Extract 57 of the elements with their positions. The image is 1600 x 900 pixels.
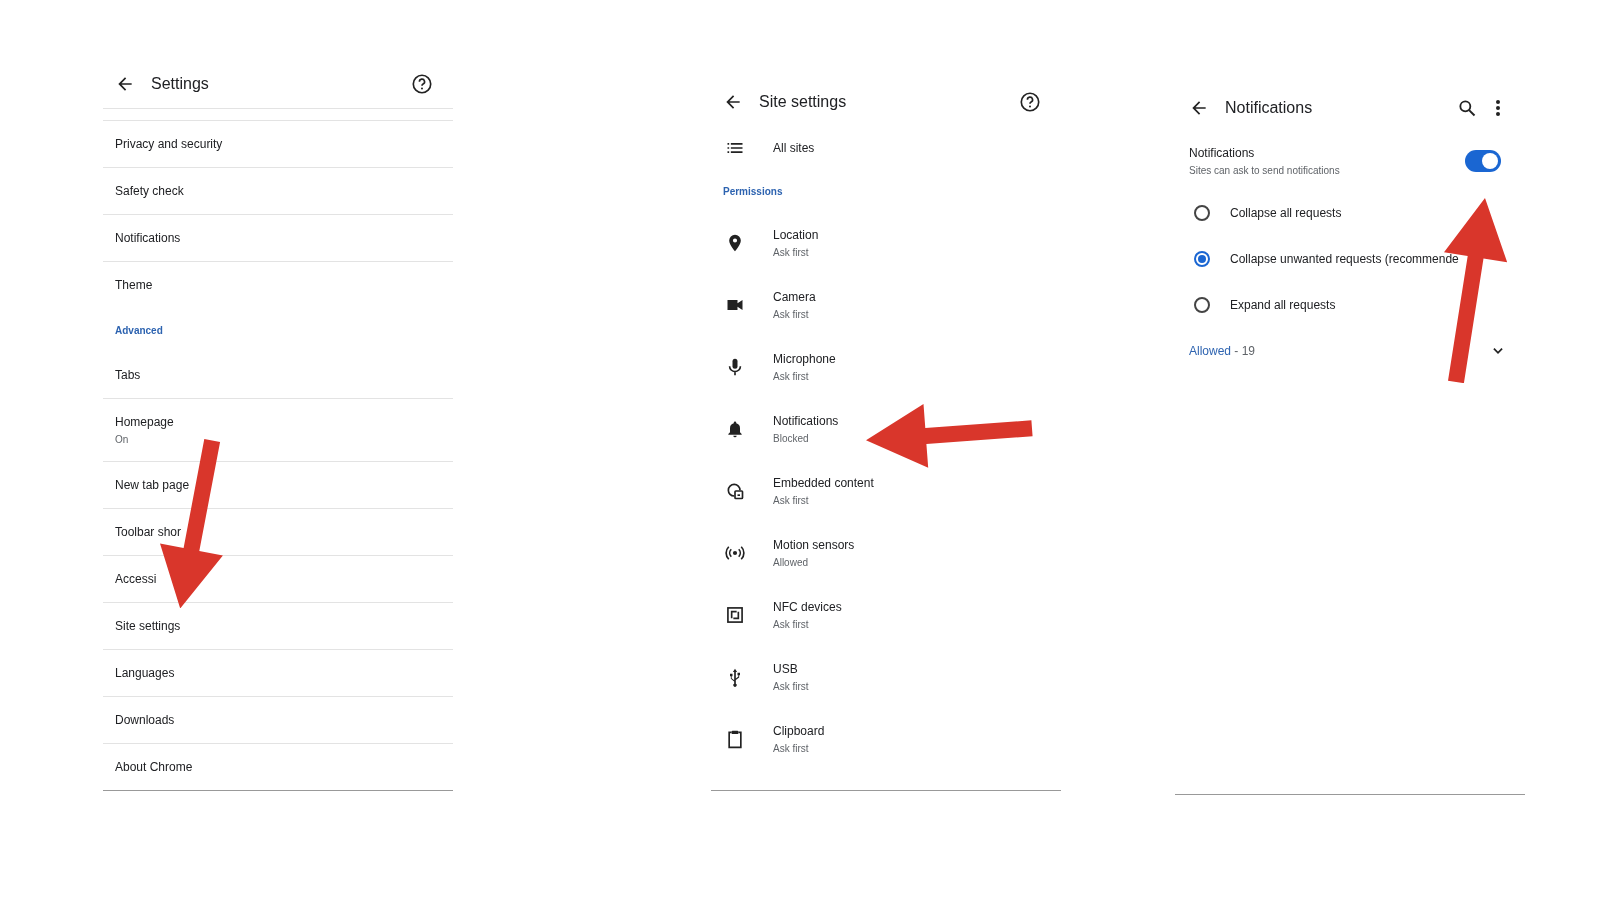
permission-item[interactable]: Location <box>773 228 819 242</box>
allowed-sites-header[interactable]: Allowed - 19 <box>1189 344 1491 358</box>
permission-item[interactable]: Motion sensors <box>773 538 855 552</box>
setting-description: Sites can ask to send notifications <box>1189 165 1341 176</box>
nfc-icon <box>725 605 745 625</box>
settings-item[interactable]: About Chrome <box>115 760 453 774</box>
permission-status: Ask first <box>773 619 810 630</box>
toggle-switch[interactable] <box>1465 150 1501 172</box>
settings-item[interactable]: Downloads <box>115 713 453 727</box>
permission-status: Ask first <box>773 309 810 320</box>
section-header: Permissions <box>722 184 784 199</box>
permission-status: Ask first <box>773 743 810 754</box>
permission-status: Ask first <box>773 371 810 382</box>
option-label: Collapse all requests <box>1230 206 1342 220</box>
permission-status: Allowed <box>773 557 810 568</box>
radio-button[interactable] <box>1194 251 1210 267</box>
help-icon[interactable] <box>1019 91 1041 113</box>
settings-item[interactable]: Privacy and security <box>115 137 453 151</box>
bell-icon <box>725 419 745 439</box>
permission-item[interactable]: USB <box>773 662 809 676</box>
section-header: Advanced <box>114 323 164 338</box>
search-icon[interactable] <box>1457 98 1477 118</box>
screen-title: Site settings <box>759 93 848 111</box>
setting-label: Notifications <box>1189 146 1256 160</box>
settings-item[interactable]: Site settings <box>115 619 453 633</box>
radio-button[interactable] <box>1194 205 1210 221</box>
item-status: On <box>115 434 130 445</box>
more-options-icon[interactable] <box>1495 99 1501 117</box>
option-label: Expand all requests <box>1230 298 1336 312</box>
settings-item[interactable]: New tab page <box>115 478 453 492</box>
screen-title: Settings <box>151 75 210 93</box>
permission-item[interactable]: Microphone <box>773 352 836 366</box>
radio-button[interactable] <box>1194 297 1210 313</box>
motion-sensor-icon <box>725 543 745 563</box>
settings-item[interactable]: Notifications <box>115 231 453 245</box>
permission-item[interactable]: NFC devices <box>773 600 842 614</box>
option-label: Collapse unwanted requests (recommende <box>1230 252 1459 266</box>
permission-item[interactable]: Clipboard <box>773 724 825 738</box>
permission-status: Blocked <box>773 433 810 444</box>
settings-item[interactable]: Languages <box>115 666 453 680</box>
permission-status: Ask first <box>773 495 810 506</box>
settings-item[interactable]: Accessi <box>115 572 453 586</box>
settings-item[interactable]: Tabs <box>115 368 453 382</box>
clipboard-icon <box>725 729 745 749</box>
permission-item[interactable]: Notifications <box>773 414 839 428</box>
all-sites-item[interactable]: All sites <box>773 141 815 155</box>
permission-item[interactable]: Embedded content <box>773 476 874 490</box>
permission-status: Ask first <box>773 247 810 258</box>
embedded-content-icon <box>725 481 745 501</box>
settings-item[interactable]: Safety check <box>115 184 453 198</box>
permission-item[interactable]: Camera <box>773 290 816 304</box>
settings-item[interactable]: Toolbar shor <box>115 525 453 539</box>
help-icon[interactable] <box>411 73 433 95</box>
screen-title: Notifications <box>1225 99 1314 117</box>
settings-item[interactable]: Theme <box>115 278 453 292</box>
settings-item[interactable]: Homepage <box>115 415 453 429</box>
permission-status: Ask first <box>773 681 809 692</box>
